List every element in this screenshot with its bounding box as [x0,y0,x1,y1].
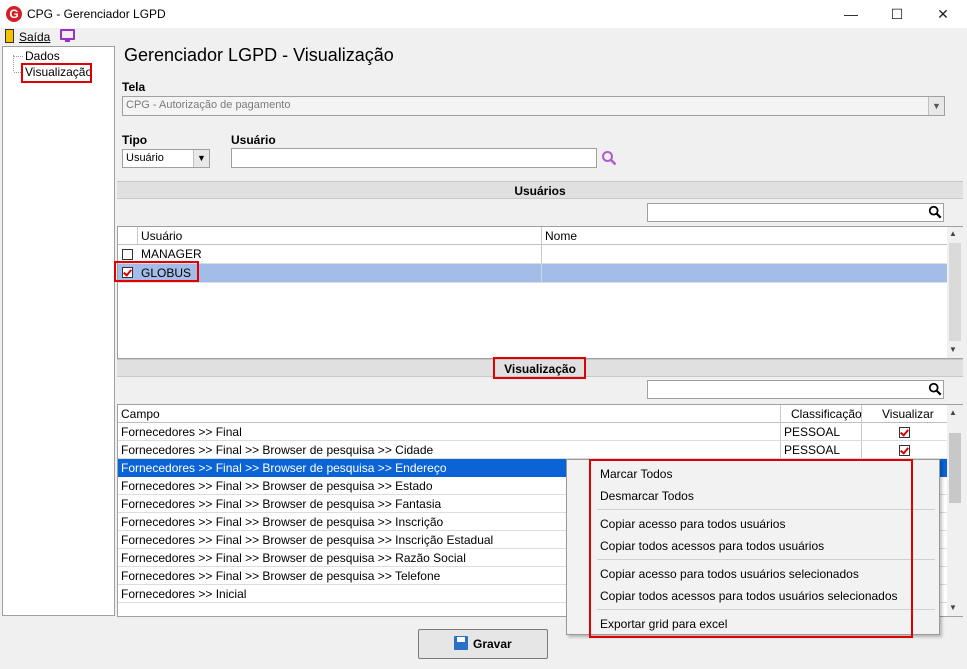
column-separator [780,405,781,459]
row-checkbox[interactable] [122,249,133,260]
minimize-button[interactable]: — [828,0,874,28]
column-separator [541,264,542,282]
scroll-down-icon[interactable]: ▼ [949,603,957,612]
tree-item-dados[interactable]: Dados [25,49,60,63]
tela-select[interactable]: CPG - Autorização de pagamento [122,96,945,116]
row-divider [118,440,947,441]
table-row[interactable]: Fornecedores >> Final >> Browser de pesq… [121,479,433,493]
annotation-box [21,63,92,83]
usuario-input[interactable] [231,148,597,168]
save-button-label: Gravar [473,637,512,651]
exit-menu-item[interactable]: Saída [19,30,50,44]
scroll-up-icon[interactable]: ▲ [949,408,957,417]
row-divider [118,282,947,283]
annotation-box [114,261,199,282]
column-separator [137,227,138,244]
monitor-stand [65,40,70,42]
menu-bar [0,28,967,46]
table-row[interactable]: Fornecedores >> Final >> Browser de pesq… [121,515,443,529]
table-row[interactable]: Fornecedores >> Final >> Browser de pesq… [121,443,433,457]
scroll-down-icon[interactable]: ▼ [949,345,957,354]
chevron-down-icon[interactable]: ▼ [928,97,944,115]
usuario-label: Usuário [231,133,276,147]
column-header-usuario[interactable]: Usuário [141,229,182,243]
usuarios-section-header: Usuários [117,181,963,199]
tela-label: Tela [122,80,146,94]
table-row[interactable]: Fornecedores >> Final >> Browser de pesq… [121,551,466,565]
table-row[interactable]: Fornecedores >> Final >> Browser de pesq… [121,461,447,475]
table-row-selected[interactable] [118,264,947,282]
column-header-campo[interactable]: Campo [121,407,160,421]
visualizacao-search-input[interactable] [647,380,944,399]
classificacao-cell[interactable]: PESSOAL [784,425,840,439]
search-icon[interactable] [928,205,942,219]
table-row[interactable]: Fornecedores >> Final >> Browser de pesq… [121,497,441,511]
tree-connector [14,56,23,57]
column-header-visualizar[interactable]: Visualizar [882,407,934,421]
exit-door-icon[interactable] [5,29,14,43]
table-row[interactable]: Fornecedores >> Final >> Browser de pesq… [121,569,440,583]
column-header-nome[interactable]: Nome [545,229,577,243]
page-title: Gerenciador LGPD - Visualização [124,45,394,65]
grid-header [118,227,947,245]
annotation-box [493,357,586,379]
table-row[interactable]: Fornecedores >> Inicial [121,587,246,601]
table-row[interactable]: Fornecedores >> Final [121,425,242,439]
floppy-disk-label [457,637,465,642]
annotation-box [589,459,913,638]
tree-connector [13,55,14,71]
search-icon[interactable] [928,382,942,396]
app-logo-icon: G [6,6,22,22]
usuarios-grid: Usuário Nome MANAGER GLOBUS ▲ ▼ [117,226,963,359]
close-button[interactable]: ✕ [920,0,966,28]
scrollbar-thumb[interactable] [949,433,961,503]
scrollbar-thumb[interactable] [949,243,961,341]
table-row[interactable]: Fornecedores >> Final >> Browser de pesq… [121,533,493,547]
scroll-up-icon[interactable]: ▲ [949,229,957,238]
table-row[interactable]: MANAGER [141,247,202,261]
usuarios-scrollbar[interactable] [947,227,963,358]
visualizacao-scrollbar[interactable] [947,405,963,616]
chevron-down-icon[interactable]: ▼ [193,150,209,167]
visualizar-checkbox-checked[interactable] [899,445,910,456]
monitor-icon[interactable] [60,29,75,40]
column-header-classificacao[interactable]: Classificação [791,407,862,421]
window-title: CPG - Gerenciador LGPD [27,7,166,21]
visualizar-checkbox-checked[interactable] [899,427,910,438]
usuarios-search-input[interactable] [647,203,944,222]
navigation-tree [2,46,115,616]
classificacao-cell[interactable]: PESSOAL [784,443,840,457]
search-icon[interactable] [601,150,617,166]
maximize-button[interactable]: ☐ [874,0,920,28]
tipo-label: Tipo [122,133,148,147]
